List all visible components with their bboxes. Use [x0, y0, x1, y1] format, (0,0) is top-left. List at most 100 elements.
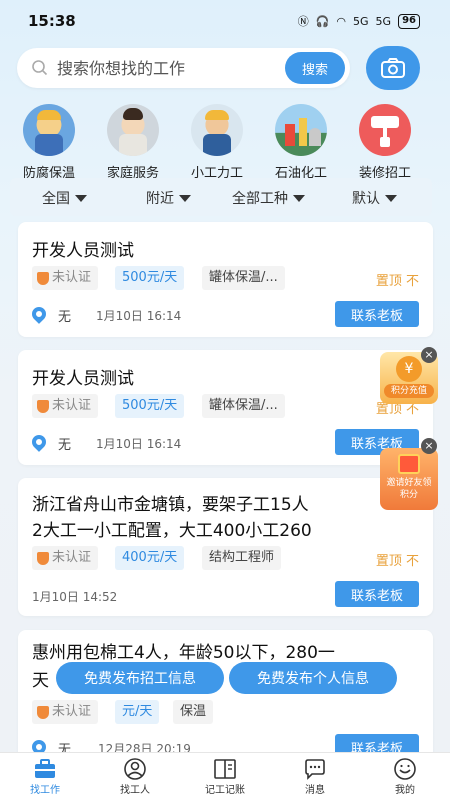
- job-title: 开发人员测试: [32, 241, 134, 261]
- smiley-icon: [393, 758, 417, 780]
- auth-badge: 未认证: [32, 546, 99, 570]
- pinned-label: 置顶 不: [375, 274, 419, 289]
- chevron-down-icon: [385, 194, 397, 202]
- pinned-text: 置顶: [375, 274, 402, 289]
- filter-bar: 全国 附近 全部工种 默认: [10, 178, 432, 216]
- person-icon: [123, 758, 147, 780]
- signal-5g-icon: 5G: [353, 14, 369, 28]
- filter-job-type[interactable]: 全部工种: [232, 188, 305, 208]
- category-anticorrosion[interactable]: 防腐保温: [8, 100, 90, 181]
- camera-button[interactable]: [366, 46, 420, 90]
- status-time: 15:38: [28, 12, 76, 30]
- job-type-tag: 保温: [173, 700, 214, 724]
- salary-tag: 500元/天: [115, 266, 185, 290]
- tab-messages[interactable]: 消息: [270, 753, 360, 800]
- job-type-tag: 罐体保温/...: [202, 266, 285, 290]
- chevron-down-icon: [179, 194, 191, 202]
- chevron-down-icon: [75, 194, 87, 202]
- auth-label: 未认证: [52, 270, 92, 285]
- close-icon[interactable]: ×: [421, 438, 437, 454]
- tab-profile[interactable]: 我的: [360, 753, 450, 800]
- job-title-line1: 浙江省舟山市金塘镇，要架子工15人: [32, 495, 309, 515]
- shield-icon: [37, 552, 49, 565]
- anticorrosion-worker-icon: [23, 104, 75, 156]
- search-bar: 搜索: [17, 48, 350, 88]
- location-icon: [29, 432, 49, 452]
- shield-icon: [37, 706, 49, 719]
- auth-label: 未认证: [52, 398, 92, 413]
- filter-label: 附近: [146, 191, 174, 207]
- invite-friends-promo[interactable]: 邀请好友领积分: [380, 448, 438, 510]
- salary-tag: 元/天: [115, 700, 160, 724]
- category-row: 防腐保温 家庭服务 小工力工 石油化工 装修招工: [0, 100, 450, 181]
- nfc-icon: Ⓝ: [297, 15, 309, 28]
- category-decoration[interactable]: 装修招工: [344, 100, 426, 181]
- shield-icon: [37, 400, 49, 413]
- camera-icon: [381, 58, 405, 78]
- auth-label: 未认证: [52, 704, 92, 719]
- bottom-tab-bar: 找工作 找工人 记工记账 消息 我的: [0, 752, 450, 800]
- battery-icon: 96: [398, 13, 420, 29]
- promo-label: 积分充值: [384, 384, 434, 398]
- job-card[interactable]: 开发人员测试 未认证 500元/天 罐体保温/... 置顶 不 无 1月10日 …: [18, 222, 433, 337]
- post-date: 1月10日 16:14: [96, 309, 182, 323]
- signal-5g-icon-2: 5G: [375, 14, 392, 28]
- status-bar: 15:38 Ⓝ 🎧 ◠ 5G 5G 96: [0, 0, 450, 40]
- auth-badge: 未认证: [32, 700, 99, 724]
- job-title-line1: 惠州用包棉工4人，年龄50以下，280一: [32, 643, 335, 663]
- job-card[interactable]: 开发人员测试 未认证 500元/天 罐体保温/... 置顶 不 无 1月10日 …: [18, 350, 433, 465]
- shield-icon: [37, 272, 49, 285]
- contact-boss-button[interactable]: 联系老板: [335, 301, 419, 327]
- post-personal-info-button[interactable]: 免费发布个人信息: [229, 662, 397, 694]
- filter-label: 全国: [42, 191, 70, 207]
- filter-label: 全部工种: [232, 191, 288, 207]
- location-text: 无: [58, 310, 72, 325]
- paint-roller-icon: [359, 104, 411, 156]
- job-type-tag: 结构工程师: [202, 546, 282, 570]
- tab-find-worker[interactable]: 找工人: [90, 753, 180, 800]
- contact-boss-button[interactable]: 联系老板: [335, 581, 419, 607]
- pinned-label: 置顶 不: [375, 554, 419, 569]
- filter-sort[interactable]: 默认: [352, 188, 397, 208]
- tab-label: 我的: [395, 785, 415, 796]
- post-date: 1月10日 14:52: [32, 590, 118, 604]
- job-title-line2: 2大工一小工配置，大工400小工260: [32, 521, 312, 541]
- coin-purse-icon: ¥: [396, 356, 422, 382]
- location-icon: [29, 304, 49, 324]
- notebook-icon: [213, 758, 237, 780]
- auth-badge: 未认证: [32, 394, 99, 418]
- job-card[interactable]: 浙江省舟山市金塘镇，要架子工15人 2大工一小工配置，大工400小工260 未认…: [18, 478, 433, 616]
- pinned-text: 置顶: [375, 554, 402, 569]
- home-service-worker-icon: [107, 104, 159, 156]
- chat-bubble-icon: [303, 758, 327, 780]
- petrochemical-plant-icon: [275, 104, 327, 156]
- job-title: 开发人员测试: [32, 369, 134, 389]
- category-home-service[interactable]: 家庭服务: [92, 100, 174, 181]
- auth-label: 未认证: [52, 550, 92, 565]
- chevron-down-icon: [293, 194, 305, 202]
- salary-tag: 400元/天: [115, 546, 185, 570]
- tab-work-log[interactable]: 记工记账: [180, 753, 270, 800]
- promo-label: 邀请好友领积分: [386, 478, 432, 500]
- filter-region[interactable]: 全国: [42, 188, 87, 208]
- laborer-icon: [191, 104, 243, 156]
- location-text: 无: [58, 438, 72, 453]
- headphones-icon: 🎧: [315, 14, 330, 28]
- close-icon[interactable]: ×: [421, 347, 437, 363]
- wifi-icon: ◠: [336, 14, 347, 28]
- filter-nearby[interactable]: 附近: [146, 188, 191, 208]
- category-petrochemical[interactable]: 石油化工: [260, 100, 342, 181]
- briefcase-icon: [33, 758, 57, 780]
- category-laborer[interactable]: 小工力工: [176, 100, 258, 181]
- search-input[interactable]: [57, 54, 282, 82]
- tab-label: 找工作: [30, 785, 60, 796]
- job-card[interactable]: 惠州用包棉工4人，年龄50以下，280一 天 未认证 元/天 保温 无 12月2…: [18, 630, 433, 760]
- search-button[interactable]: 搜索: [285, 52, 345, 84]
- search-icon: [32, 60, 48, 76]
- pinned-text: 置顶: [375, 402, 402, 417]
- tab-find-job[interactable]: 找工作: [0, 753, 90, 800]
- filter-label: 默认: [352, 191, 380, 207]
- post-date: 1月10日 16:14: [96, 437, 182, 451]
- gift-icon: [398, 454, 420, 474]
- post-recruitment-button[interactable]: 免费发布招工信息: [56, 662, 224, 694]
